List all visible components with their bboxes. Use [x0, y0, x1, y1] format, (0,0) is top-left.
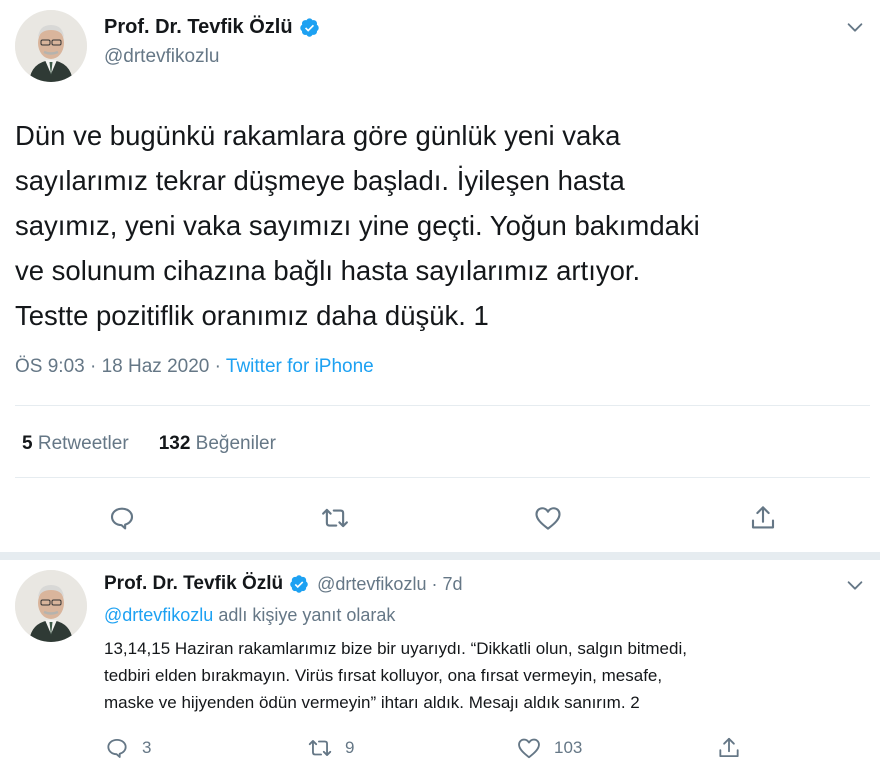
display-name[interactable]: Prof. Dr. Tevfik Özlü — [104, 573, 283, 595]
reply-text: 13,14,15 Haziran rakamlarımız bize bir u… — [104, 635, 872, 716]
likes-label: Beğeniler — [195, 433, 276, 454]
likes-stat[interactable]: 132 Beğeniler — [159, 433, 276, 455]
retweet-icon — [307, 735, 333, 761]
share-action[interactable] — [716, 735, 742, 761]
divider — [15, 477, 870, 478]
source-link[interactable]: Twitter for iPhone — [226, 356, 374, 377]
chevron-down-icon[interactable] — [844, 574, 866, 596]
share-icon — [716, 735, 742, 761]
mention-link[interactable]: @drtevfikozlu — [104, 605, 213, 625]
main-tweet: Prof. Dr. Tevfik Özlü @drtevfikozlu Dün … — [0, 0, 880, 560]
avatar[interactable] — [15, 10, 87, 82]
verified-badge-icon — [299, 17, 320, 38]
display-name[interactable]: Prof. Dr. Tevfik Özlü — [104, 16, 293, 39]
engagement-stats: 5 Retweetler 132 Beğeniler — [22, 433, 276, 455]
reply-action[interactable]: 3 — [104, 735, 151, 761]
avatar[interactable] — [15, 570, 87, 642]
like-count: 103 — [554, 738, 583, 757]
retweets-count: 5 — [22, 433, 33, 454]
replying-to-label: adlı kişiye yanıt olarak — [213, 605, 396, 625]
chevron-down-icon[interactable] — [844, 16, 866, 38]
handle[interactable]: @drtevfikozlu — [104, 46, 219, 68]
tweet-text-line: Dün ve bugünkü rakamlara göre günlük yen… — [15, 120, 621, 151]
section-separator — [0, 552, 880, 560]
retweets-label: Retweetler — [37, 433, 129, 454]
reply-text-line: maske ve hijyenden ödün vermeyin” ihtarı… — [104, 693, 640, 712]
retweet-action[interactable]: 9 — [307, 735, 354, 761]
replying-to: @drtevfikozlu adlı kişiye yanıt olarak — [104, 605, 395, 626]
like-action[interactable]: 103 — [516, 735, 582, 761]
tweet-meta: ÖS 9:03 · 18 Haz 2020 · Twitter for iPho… — [15, 356, 374, 378]
reply-icon — [104, 735, 130, 761]
reply-actions: 3 9 103 — [104, 735, 844, 765]
tweet-text-line: Testte pozitiflik oranımız daha düşük. 1 — [15, 300, 489, 331]
retweet-icon[interactable] — [320, 503, 350, 533]
timestamp[interactable]: ÖS 9:03 · 18 Haz 2020 · — [15, 356, 226, 377]
divider — [15, 405, 870, 406]
like-icon — [516, 735, 542, 761]
reply-text-line: 13,14,15 Haziran rakamlarımız bize bir u… — [104, 639, 687, 658]
tweet-text-line: ve solunum cihazına bağlı hasta sayıları… — [15, 255, 641, 286]
tweet-text-line: sayılarımız tekrar düşmeye başladı. İyil… — [15, 165, 625, 196]
retweet-count: 9 — [345, 738, 355, 757]
tweet-text: Dün ve bugünkü rakamlara göre günlük yen… — [15, 113, 870, 338]
share-icon[interactable] — [748, 503, 778, 533]
tweet-text-line: sayımız, yeni vaka sayımızı yine geçti. … — [15, 210, 700, 241]
reply-count: 3 — [142, 738, 152, 757]
verified-badge-icon — [289, 574, 309, 594]
reply-text-line: tedbiri elden bırakmayın. Virüs fırsat k… — [104, 666, 663, 685]
retweets-stat[interactable]: 5 Retweetler — [22, 433, 129, 455]
reply-tweet[interactable]: Prof. Dr. Tevfik Özlü @drtevfikozlu · 7d… — [0, 560, 880, 778]
author-row: Prof. Dr. Tevfik Özlü — [104, 16, 320, 39]
handle-time[interactable]: @drtevfikozlu · 7d — [317, 574, 462, 595]
likes-count: 132 — [158, 433, 191, 454]
reply-icon[interactable] — [107, 503, 137, 533]
like-icon[interactable] — [533, 503, 563, 533]
author-row: Prof. Dr. Tevfik Özlü @drtevfikozlu · 7d — [104, 573, 462, 595]
